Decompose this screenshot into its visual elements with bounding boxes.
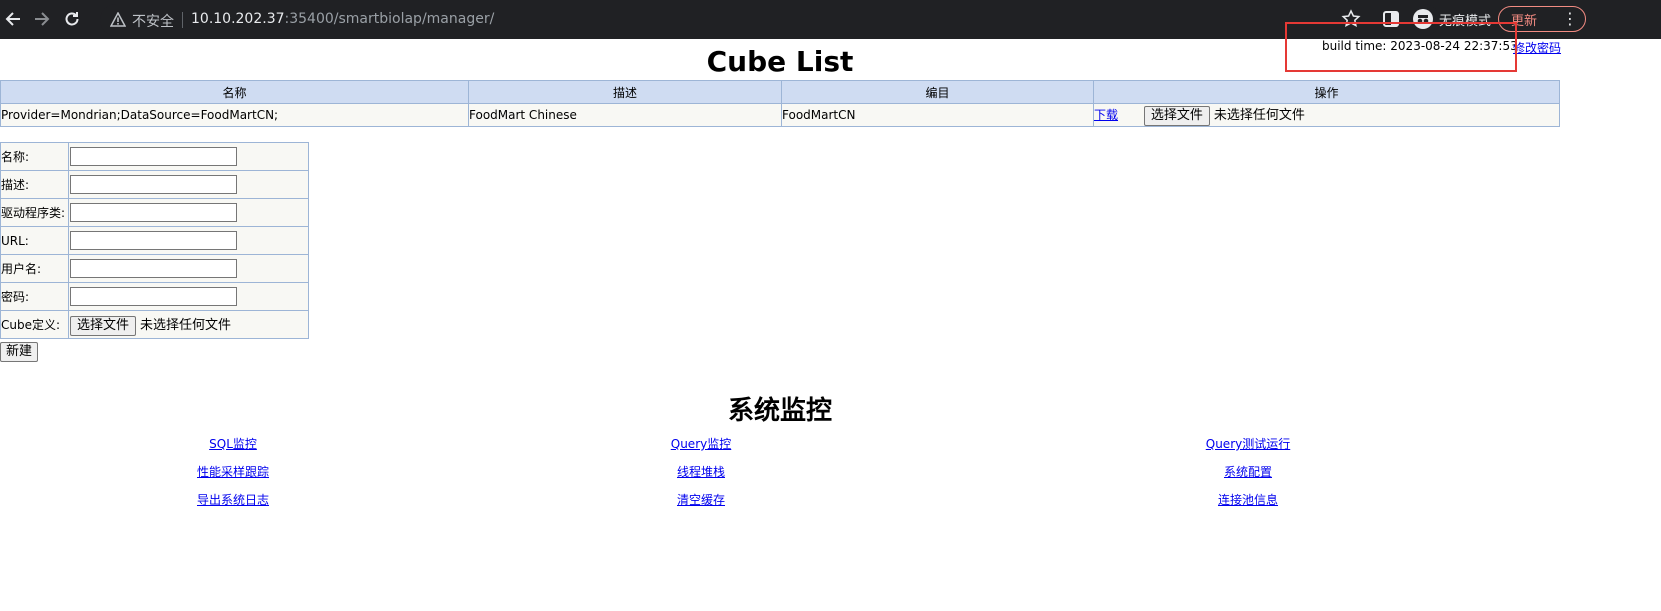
driver-field-label: 驱动程序类:: [0, 198, 69, 227]
url-host: 10.10.202.37: [191, 11, 285, 27]
monitor-title: 系统监控: [727, 396, 832, 426]
form-row: 驱动程序类:: [0, 198, 309, 227]
connection-pool-link[interactable]: 连接池信息: [1218, 491, 1278, 508]
divider: [182, 12, 183, 28]
url-text: 10.10.202.37:35400/smartbiolap/manager/: [191, 11, 494, 27]
password-field-cell: [68, 282, 309, 311]
warning-icon: [110, 12, 126, 27]
cube-def-choose-file-button[interactable]: 选择文件: [70, 315, 137, 336]
description-field-label: 描述:: [0, 170, 69, 199]
description-input[interactable]: [70, 175, 237, 194]
column-header-name: 名称: [0, 80, 469, 104]
form-row: Cube定义: 选择文件 未选择任何文件: [0, 310, 309, 339]
no-file-status: 未选择任何文件: [1213, 108, 1305, 123]
url-field-label: URL:: [0, 226, 69, 255]
cell-name: Provider=Mondrian;DataSource=FoodMartCN;: [0, 103, 469, 127]
password-field-label: 密码:: [0, 282, 69, 311]
address-bar[interactable]: 不安全 10.10.202.37:35400/smartbiolap/manag…: [100, 4, 1440, 36]
column-header-catalog: 编目: [781, 80, 1094, 104]
thread-stack-link[interactable]: 线程堆栈: [677, 463, 725, 480]
back-arrow-icon[interactable]: [2, 8, 24, 30]
name-input[interactable]: [70, 147, 237, 166]
form-row: URL:: [0, 226, 309, 255]
column-header-actions: 操作: [1093, 80, 1560, 104]
create-button[interactable]: 新建: [0, 342, 39, 362]
username-field-label: 用户名:: [0, 254, 69, 283]
name-field-cell: [68, 142, 309, 171]
cube-table: 名称 描述 编目 操作 Provider=Mondrian;DataSource…: [0, 80, 1560, 127]
cube-def-field-cell: 选择文件 未选择任何文件: [68, 310, 309, 339]
query-test-run-link[interactable]: Query测试运行: [1206, 435, 1290, 452]
export-log-link[interactable]: 导出系统日志: [197, 491, 269, 508]
clear-cache-link[interactable]: 清空缓存: [677, 491, 725, 508]
system-config-link[interactable]: 系统配置: [1224, 463, 1272, 480]
forward-arrow-icon[interactable]: [31, 8, 53, 30]
cell-description: FoodMart Chinese: [468, 103, 782, 127]
url-field-cell: [68, 226, 309, 255]
form-row: 名称:: [0, 142, 309, 171]
reload-icon[interactable]: [61, 8, 83, 30]
url-input[interactable]: [70, 231, 237, 250]
cell-actions: 下载 选择文件 未选择任何文件: [1093, 103, 1560, 127]
more-menu-icon[interactable]: ⋮: [1562, 10, 1578, 28]
performance-sampling-link[interactable]: 性能采样跟踪: [197, 463, 269, 480]
new-cube-form: 名称: 描述: 驱动程序类: URL: 用户名: 密码: Cube定义: 选择文…: [0, 142, 309, 339]
column-header-description: 描述: [468, 80, 782, 104]
form-row: 用户名:: [0, 254, 309, 283]
page-title: Cube List: [706, 45, 854, 78]
driver-field-cell: [68, 198, 309, 227]
cell-catalog: FoodMartCN: [781, 103, 1094, 127]
url-path: :35400/smartbiolap/manager/: [284, 11, 495, 27]
choose-file-button[interactable]: 选择文件: [1143, 106, 1210, 126]
form-row: 密码:: [0, 282, 309, 311]
table-header-row: 名称 描述 编目 操作: [0, 80, 1560, 104]
insecure-label: 不安全: [132, 14, 174, 30]
cube-def-no-file-status: 未选择任何文件: [140, 317, 232, 333]
username-input[interactable]: [70, 259, 237, 278]
download-link[interactable]: 下载: [1094, 108, 1118, 122]
driver-class-input[interactable]: [70, 203, 237, 222]
password-input[interactable]: [70, 287, 237, 306]
name-field-label: 名称:: [0, 142, 69, 171]
cube-def-field-label: Cube定义:: [0, 310, 69, 339]
table-row: Provider=Mondrian;DataSource=FoodMartCN;…: [0, 103, 1560, 127]
description-field-cell: [68, 170, 309, 199]
query-monitor-link[interactable]: Query监控: [671, 435, 731, 452]
username-field-cell: [68, 254, 309, 283]
form-row: 描述:: [0, 170, 309, 199]
sql-monitor-link[interactable]: SQL监控: [209, 435, 257, 452]
